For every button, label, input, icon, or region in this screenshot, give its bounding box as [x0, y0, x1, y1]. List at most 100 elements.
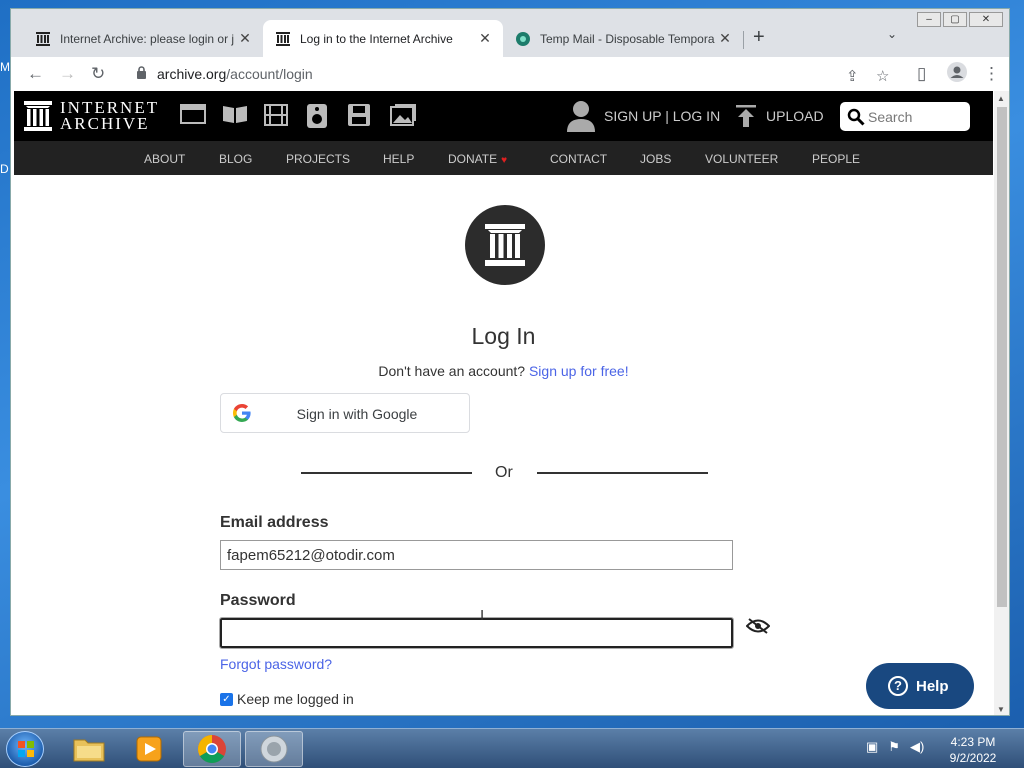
heart-icon: ♥ [501, 155, 508, 166]
tab-title: Internet Archive: please login or j [60, 31, 235, 46]
maximize-button[interactable]: ▢ [943, 12, 967, 27]
ia-logo[interactable]: INTERNET ARCHIVE [24, 99, 159, 132]
chrome-taskbar-button[interactable] [183, 731, 241, 767]
clock-date: 9/2/2022 [949, 751, 997, 765]
window-controls: – ▢ ✕ [915, 12, 1003, 28]
no-account-text: Don't have an account? Sign up for free! [14, 363, 993, 379]
media-player-icon [136, 736, 162, 762]
url-host: archive.org [157, 66, 227, 82]
ia-nav-bar: ABOUT BLOG PROJECTS HELP DONATE ♥ CONTACT… [14, 141, 993, 175]
email-label: Email address [220, 514, 329, 531]
audio-app-taskbar-button[interactable] [245, 731, 303, 767]
chrome-icon [198, 735, 226, 763]
password-label: Password [220, 592, 296, 609]
audio-icon[interactable] [307, 104, 327, 133]
tab-temp-mail[interactable]: Temp Mail - Disposable Tempora ✕ [503, 20, 743, 57]
speaker-app-icon [260, 735, 288, 763]
nav-jobs[interactable]: JOBS [640, 152, 671, 166]
clock-time: 4:23 PM [950, 735, 996, 749]
keep-logged-in[interactable]: ✓ Keep me logged in [220, 691, 354, 707]
bookmark-star-icon[interactable]: ☆ [876, 67, 889, 85]
windows-logo-icon [18, 741, 34, 757]
media-player-taskbar-button[interactable] [120, 731, 178, 767]
password-field[interactable] [219, 617, 734, 649]
tab-strip: Internet Archive: please login or j ✕ Lo… [11, 9, 1009, 57]
no-account-prompt: Don't have an account? [378, 363, 526, 379]
nav-people[interactable]: PEOPLE [812, 152, 860, 166]
software-icon[interactable] [348, 104, 370, 131]
minimize-button[interactable]: – [917, 12, 941, 27]
web-icon[interactable] [180, 104, 206, 129]
lock-icon [136, 66, 147, 84]
show-password-icon[interactable] [745, 617, 771, 640]
ia-search-input[interactable]: Search [840, 102, 970, 131]
volume-icon[interactable]: ◀) [910, 739, 924, 755]
help-label: Help [916, 677, 949, 695]
nav-blog[interactable]: BLOG [219, 152, 252, 166]
nav-donate-label: DONATE [448, 152, 498, 166]
images-icon[interactable] [390, 104, 416, 131]
network-icon[interactable]: ▣ [866, 739, 878, 755]
search-icon [847, 108, 865, 131]
divider-line [301, 472, 472, 474]
desktop-icon-label: D [0, 162, 9, 176]
side-panel-icon[interactable]: ▯ [917, 64, 926, 84]
browser-menu-icon[interactable]: ⋮ [983, 64, 1000, 84]
email-field[interactable] [220, 540, 733, 570]
internet-archive-favicon [275, 31, 291, 47]
nav-projects[interactable]: PROJECTS [286, 152, 350, 166]
url-text: archive.org/account/login [157, 66, 313, 82]
close-tab-icon[interactable]: ✕ [477, 30, 493, 47]
archive-building-icon [485, 224, 525, 266]
back-button[interactable]: ← [27, 64, 44, 84]
sign-up-login-link[interactable]: SIGN UP | LOG IN [604, 108, 720, 124]
scroll-up-icon[interactable]: ▲ [997, 94, 1005, 103]
explorer-taskbar-button[interactable] [60, 731, 118, 767]
close-window-button[interactable]: ✕ [969, 12, 1003, 27]
scroll-down-icon[interactable]: ▼ [997, 705, 1005, 714]
nav-help[interactable]: HELP [383, 152, 414, 166]
user-icon[interactable] [566, 100, 596, 137]
tab-login-internet-archive[interactable]: Log in to the Internet Archive ✕ [263, 20, 503, 57]
tab-separator [743, 31, 744, 49]
nav-volunteer[interactable]: VOLUNTEER [705, 152, 778, 166]
texts-icon[interactable] [222, 104, 248, 129]
forgot-password-link[interactable]: Forgot password? [220, 656, 332, 672]
new-tab-button[interactable]: + [753, 26, 765, 49]
forward-button[interactable]: → [59, 64, 76, 84]
upload-icon[interactable] [736, 105, 756, 132]
page-scrollbar[interactable]: ▲ ▼ [994, 91, 1009, 715]
nav-contact[interactable]: CONTACT [550, 152, 607, 166]
system-tray: ▣ ⚑ ◀) [866, 739, 924, 755]
share-icon[interactable]: ⇪ [846, 67, 859, 85]
folder-icon [73, 739, 105, 762]
reload-button[interactable]: ↻ [91, 64, 105, 84]
tab-internet-archive-login-or-join[interactable]: Internet Archive: please login or j ✕ [23, 20, 263, 57]
desktop-icon-label: M [0, 60, 10, 74]
help-button[interactable]: ? Help [866, 663, 974, 709]
nav-about[interactable]: ABOUT [144, 152, 185, 166]
checkbox-checked-icon[interactable]: ✓ [220, 692, 233, 706]
internet-archive-favicon [35, 31, 51, 47]
close-tab-icon[interactable]: ✕ [717, 30, 733, 47]
taskbar-clock[interactable]: 4:23 PM 9/2/2022 [930, 734, 1016, 766]
upload-link[interactable]: UPLOAD [766, 108, 824, 124]
page-title: Log In [471, 323, 536, 349]
ia-logo-text: INTERNET ARCHIVE [60, 99, 159, 132]
text-cursor-icon: I [480, 607, 485, 624]
sign-in-google-button[interactable]: Sign in with Google [220, 393, 470, 433]
close-tab-icon[interactable]: ✕ [237, 30, 253, 47]
nav-donate[interactable]: DONATE ♥ [448, 152, 507, 166]
tab-search-icon[interactable]: ⌄ [887, 27, 897, 41]
url-path: /account/login [226, 66, 313, 82]
address-bar[interactable]: archive.org/account/login ⇪ ☆ [126, 60, 896, 88]
start-button[interactable] [6, 731, 44, 767]
temp-mail-favicon [515, 31, 531, 47]
video-icon[interactable] [264, 104, 288, 131]
ia-logo-icon [24, 101, 52, 131]
sign-up-link[interactable]: Sign up for free! [529, 363, 629, 379]
profile-avatar[interactable] [947, 62, 967, 87]
action-center-flag-icon[interactable]: ⚑ [888, 739, 900, 755]
scroll-thumb[interactable] [997, 107, 1007, 607]
page-viewport: INTERNET ARCHIVE SIGN UP | LOG IN UPLOAD… [14, 91, 993, 715]
